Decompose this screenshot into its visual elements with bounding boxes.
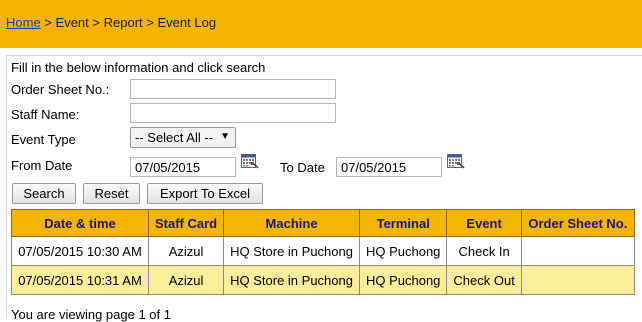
cell-staff-card: Azizul — [147, 236, 225, 266]
staff-name-label: Staff Name: — [11, 107, 80, 122]
from-date-input[interactable] — [130, 157, 236, 177]
breadcrumb-event: Event — [55, 15, 89, 30]
breadcrumb: Home > Event > Report > Event Log — [6, 15, 216, 30]
cell-event: Check In — [446, 236, 522, 266]
order-sheet-input[interactable] — [130, 79, 336, 99]
breadcrumb-report: Report — [103, 15, 143, 30]
cell-machine: HQ Store in Puchong — [223, 236, 360, 266]
staff-name-input[interactable] — [130, 103, 336, 123]
cell-event: Check Out — [446, 265, 522, 295]
order-sheet-label: Order Sheet No.: — [11, 82, 110, 97]
calendar-icon[interactable] — [447, 153, 465, 169]
column-header-date-time: Date & time — [11, 209, 149, 237]
search-button[interactable]: Search — [12, 183, 76, 204]
cell-date-time: 07/05/2015 10:31 AM — [11, 265, 149, 295]
chevron-down-icon: ▼ — [220, 131, 230, 142]
table-header-row: Date & time Staff Card Machine Terminal … — [11, 209, 635, 237]
export-excel-button[interactable]: Export To Excel — [147, 183, 263, 204]
top-bar: Home > Event > Report > Event Log — [0, 0, 642, 48]
event-type-label: Event Type — [11, 132, 76, 147]
breadcrumb-current: Event Log — [157, 15, 217, 30]
column-header-event: Event — [446, 209, 522, 237]
cell-order-sheet — [520, 265, 635, 295]
cell-terminal: HQ Puchong — [358, 265, 448, 295]
form-instructions: Fill in the below information and click … — [11, 60, 266, 75]
paging-status: You are viewing page 1 of 1 — [11, 307, 171, 322]
event-type-select[interactable]: -- Select All -- ▼ — [130, 127, 236, 148]
event-type-selected-value: -- Select All -- — [135, 130, 214, 145]
breadcrumb-separator: > — [92, 15, 100, 30]
breadcrumb-home-link[interactable]: Home — [6, 15, 41, 30]
to-date-input[interactable] — [336, 157, 442, 177]
column-header-machine: Machine — [223, 209, 360, 237]
column-header-order-sheet: Order Sheet No. — [520, 209, 635, 237]
reset-button[interactable]: Reset — [83, 183, 140, 204]
breadcrumb-separator: > — [44, 15, 52, 30]
to-date-label: To Date — [280, 160, 325, 175]
cell-terminal: HQ Puchong — [358, 236, 448, 266]
cell-date-time: 07/05/2015 10:30 AM — [11, 236, 149, 266]
from-date-label: From Date — [11, 158, 73, 173]
column-header-terminal: Terminal — [358, 209, 448, 237]
cell-staff-card: Azizul — [147, 265, 225, 295]
column-header-staff-card: Staff Card — [147, 209, 225, 237]
cell-machine: HQ Store in Puchong — [223, 265, 360, 295]
cell-order-sheet — [520, 236, 635, 266]
event-log-table: Date & time Staff Card Machine Terminal … — [11, 209, 635, 295]
breadcrumb-separator: > — [146, 15, 154, 30]
calendar-icon[interactable] — [241, 153, 259, 169]
table-row: 07/05/2015 10:31 AM Azizul HQ Store in P… — [11, 265, 635, 295]
table-row: 07/05/2015 10:30 AM Azizul HQ Store in P… — [11, 236, 635, 266]
